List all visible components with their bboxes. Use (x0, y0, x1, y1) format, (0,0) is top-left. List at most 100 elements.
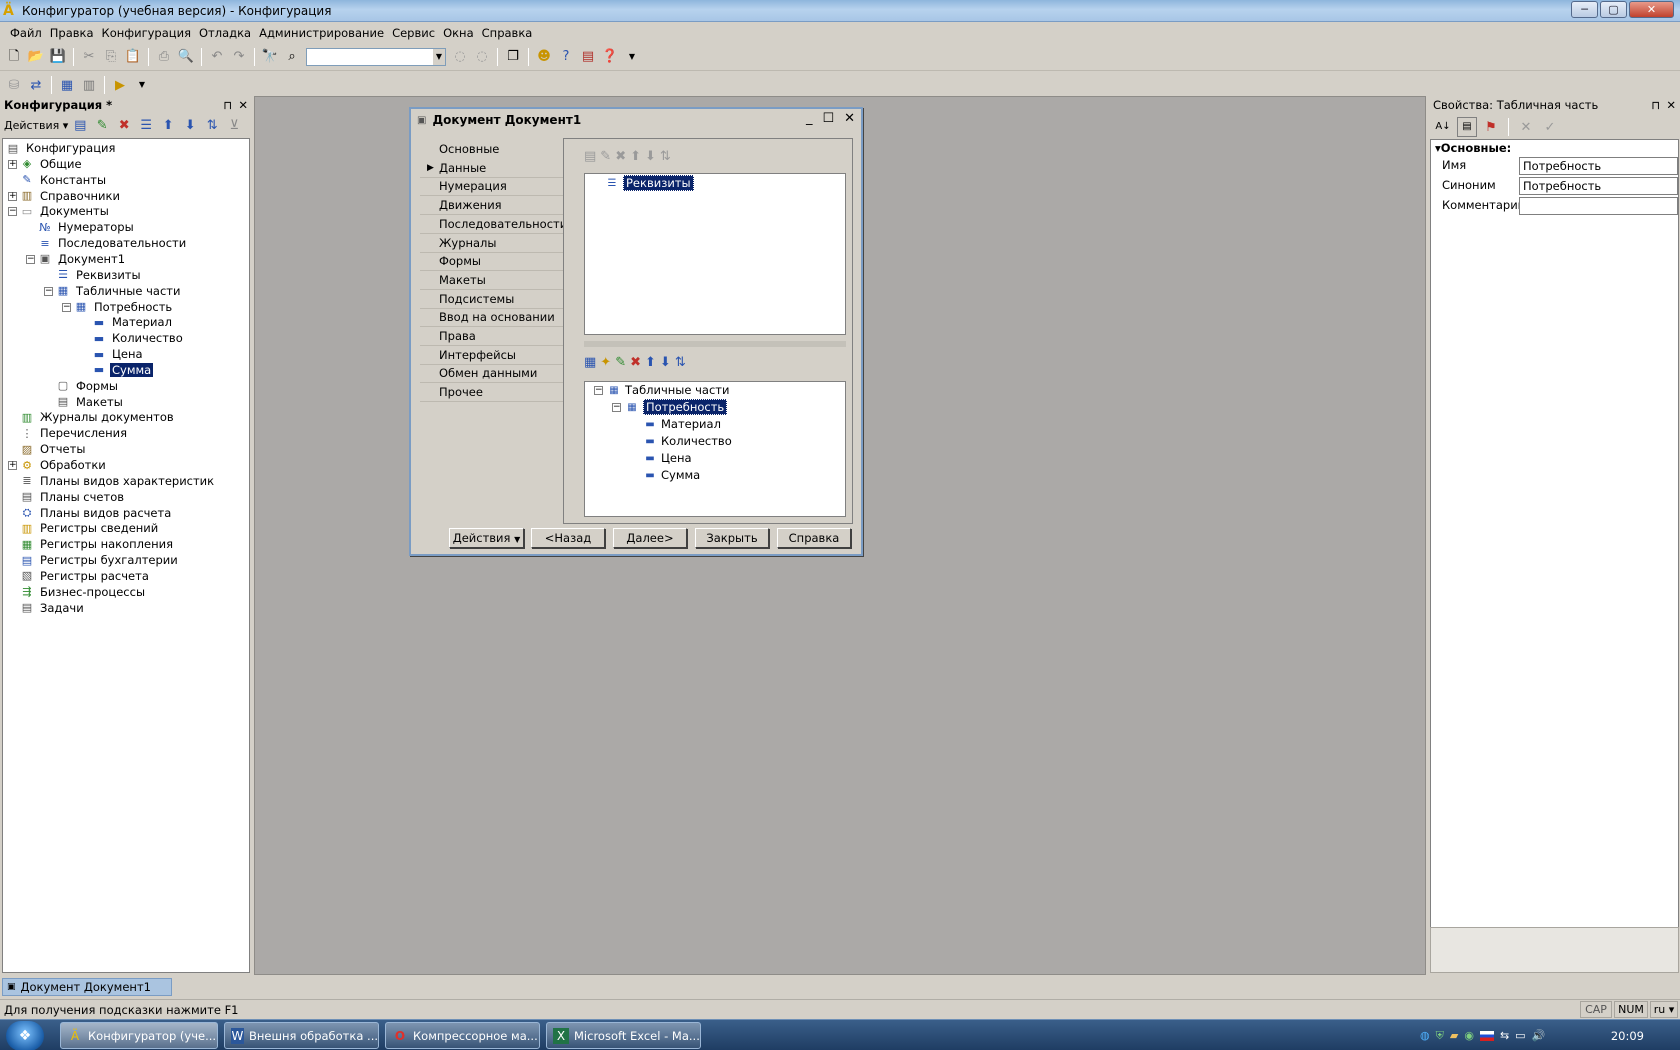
edit-icon[interactable]: ✎ (615, 355, 626, 370)
nav-item[interactable]: Интерфейсы (420, 345, 563, 365)
tree-item-root[interactable]: ▦ Табличные части (607, 382, 729, 398)
tree-item[interactable]: ☰ Реквизиты (55, 267, 143, 283)
collapse-icon[interactable]: − (26, 254, 35, 264)
menu-help[interactable]: Справка (478, 26, 537, 40)
menu-service[interactable]: Сервис (388, 26, 439, 40)
taskbar-item-configurator[interactable]: Ä Конфигуратор (уче... (60, 1022, 218, 1049)
collapse-icon[interactable]: − (8, 207, 17, 217)
find-forward-icon[interactable]: ◌ (472, 47, 492, 67)
add-icon[interactable]: ▤ (70, 115, 90, 135)
tree-item[interactable]: ▧ Регистры расчета (19, 568, 151, 584)
find-next-icon[interactable]: ⌕ (282, 47, 302, 67)
back-button[interactable]: <Назад (531, 528, 605, 548)
move-down-icon[interactable]: ⬇ (660, 355, 671, 370)
property-name-input[interactable]: Потребность (1519, 157, 1678, 175)
minimize-button[interactable]: ─ (1571, 1, 1598, 18)
run-debug-icon[interactable]: ▶ (110, 75, 130, 95)
storage-icon[interactable]: ▥ (79, 75, 99, 95)
chevron-down-icon[interactable]: ▼ (433, 48, 445, 65)
menu-edit[interactable]: Правка (46, 26, 98, 40)
connection-icon[interactable]: ⇆ (1500, 1029, 1509, 1042)
network-globe-icon[interactable]: ◍ (1420, 1029, 1430, 1042)
nav-item[interactable]: Обмен данными (420, 363, 563, 384)
preview-icon[interactable]: 🔍 (176, 47, 196, 67)
tree-item-field[interactable]: ▬ Сумма (643, 467, 700, 483)
close-dialog-button[interactable]: Закрыть (695, 528, 769, 548)
add-tabular-section-icon[interactable]: ▦ (584, 355, 596, 370)
move-down-icon[interactable]: ⬇ (180, 115, 200, 135)
tree-item[interactable]: ⇶ Бизнес-процессы (19, 584, 147, 600)
menu-windows[interactable]: Окна (439, 26, 478, 40)
sort-icon[interactable]: ⇅ (202, 115, 222, 135)
tree-item[interactable]: ▢ Формы (55, 378, 120, 394)
nav-item[interactable]: Основные (420, 139, 563, 159)
minimize-icon[interactable]: _ (806, 111, 813, 126)
tree-item[interactable]: ▥ Регистры сведений (19, 520, 160, 536)
redo-icon[interactable]: ↷ (229, 47, 249, 67)
expand-icon[interactable]: + (8, 159, 17, 169)
properties-group-header[interactable]: ▾Основные: (1435, 141, 1511, 155)
delete-icon[interactable]: ✖ (630, 355, 641, 370)
update-db-icon[interactable]: ⇄ (26, 75, 46, 95)
sort-icon[interactable]: ⇅ (675, 355, 686, 370)
tree-item[interactable]: ≣ Планы видов характеристик (19, 473, 216, 489)
clock[interactable]: 20:09 (1611, 1029, 1644, 1043)
menu-file[interactable]: Файл (6, 26, 46, 40)
collapse-icon[interactable]: − (612, 403, 621, 412)
menu-debug[interactable]: Отладка (195, 26, 255, 40)
attributes-list[interactable]: ☰ Реквизиты (584, 173, 846, 335)
menu-configuration[interactable]: Конфигурация (98, 26, 195, 40)
help-search-icon[interactable]: ? (556, 47, 576, 67)
find-icon[interactable]: 🔭 (260, 47, 280, 67)
language-flag-icon[interactable] (1479, 1030, 1494, 1041)
tree-item[interactable]: ⚙ Обработки (19, 457, 108, 473)
display-icon[interactable]: ▭ (1515, 1029, 1525, 1042)
tree-item[interactable]: ▦ Регистры накопления (19, 536, 175, 552)
tree-item[interactable]: ▬ Цена (91, 346, 145, 362)
tree-item[interactable]: ≡ Последовательности (37, 235, 188, 251)
paste-icon[interactable]: 📋 (123, 47, 143, 67)
antivirus-icon[interactable]: ◉ (1464, 1029, 1474, 1042)
tree-item-section[interactable]: ▦ Потребность (625, 399, 728, 415)
nav-item[interactable]: Прочее (420, 382, 563, 403)
maximize-button[interactable]: ▢ (1600, 1, 1627, 18)
search-combobox[interactable]: ▼ (306, 47, 446, 66)
syntax-helper-icon[interactable]: ▤ (578, 47, 598, 67)
pin-icon[interactable]: ⊓ (1651, 98, 1660, 112)
collapse-icon[interactable]: − (62, 302, 71, 312)
splitter[interactable] (584, 341, 846, 347)
sort-category-icon[interactable]: ▤ (1457, 117, 1477, 137)
tree-item[interactable]: ▥ Справочники (19, 188, 122, 204)
nav-item[interactable]: Макеты (420, 270, 563, 290)
move-up-icon[interactable]: ⬆ (158, 115, 178, 135)
tree-item[interactable]: ▥ Журналы документов (19, 409, 176, 425)
actions-menu-button[interactable]: Действия ▾ (4, 119, 68, 132)
tree-item[interactable]: ▭ Документы (19, 203, 111, 219)
new-file-icon[interactable]: 🗋 (4, 47, 24, 67)
tree-item-field[interactable]: ▬ Материал (643, 416, 721, 432)
tree-item[interactable]: ◈ Общие (19, 156, 84, 172)
db-config-icon[interactable]: ⛁ (4, 75, 24, 95)
folder-icon[interactable]: ▰ (1450, 1029, 1458, 1042)
close-icon[interactable]: ✕ (1666, 98, 1676, 112)
properties-icon[interactable]: ☰ (136, 115, 156, 135)
tree-item[interactable]: ▣ Документ1 (37, 251, 127, 267)
edit-icon[interactable]: ✎ (92, 115, 112, 135)
move-down-icon[interactable]: ⬇ (645, 149, 656, 164)
close-icon[interactable]: ✕ (238, 98, 248, 112)
list-item[interactable]: ☰ Реквизиты (605, 175, 694, 191)
actions-dropdown-button[interactable]: Действия ▼ (449, 528, 524, 548)
close-button[interactable]: ✕ (1629, 1, 1674, 18)
delete-icon[interactable]: ✖ (114, 115, 134, 135)
undo-icon[interactable]: ↶ (207, 47, 227, 67)
tree-item[interactable]: ▤ Задачи (19, 600, 86, 616)
nav-item[interactable]: Последовательности (420, 214, 567, 234)
maximize-icon[interactable]: ☐ (822, 111, 834, 126)
volume-icon[interactable]: 🔊 (1532, 1029, 1546, 1042)
expand-icon[interactable]: + (8, 191, 17, 201)
property-synonym-input[interactable]: Потребность (1519, 177, 1678, 195)
tree-item-field[interactable]: ▬ Количество (643, 433, 731, 449)
cancel-icon[interactable]: ✕ (1516, 117, 1536, 137)
tree-item[interactable]: ▤ Макеты (55, 394, 125, 410)
move-up-icon[interactable]: ⬆ (630, 149, 641, 164)
